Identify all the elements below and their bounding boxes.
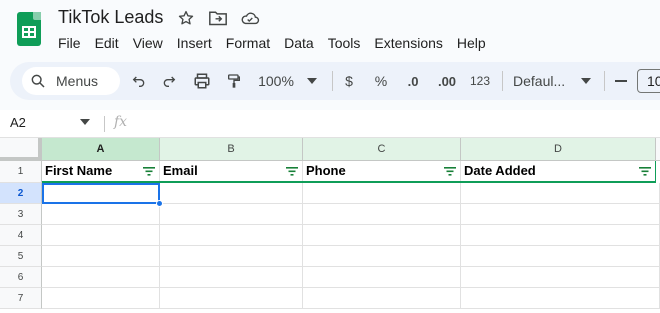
name-box[interactable]: A2: [10, 115, 26, 130]
decrease-font-size-icon[interactable]: [614, 71, 628, 91]
cell-d4[interactable]: [461, 225, 660, 246]
cell-c3[interactable]: [303, 204, 461, 225]
cell-b2[interactable]: [160, 183, 303, 204]
filter-icon[interactable]: [444, 167, 456, 176]
currency-format-button[interactable]: $: [342, 71, 356, 91]
header-cell-label: Date Added: [464, 163, 536, 178]
filter-icon[interactable]: [639, 167, 651, 176]
toolbar: Menus 100% $ % .0 .00 123 Defaul... 10: [10, 62, 660, 100]
menu-tools[interactable]: Tools: [321, 34, 368, 52]
row-header-4[interactable]: 4: [0, 225, 42, 246]
header-cell-label: First Name: [45, 163, 113, 178]
increase-decimal-button[interactable]: .00: [434, 71, 460, 91]
cell-c6[interactable]: [303, 267, 461, 288]
print-icon[interactable]: [191, 71, 213, 91]
menu-data[interactable]: Data: [277, 34, 321, 52]
name-box-dropdown-icon[interactable]: [80, 119, 90, 125]
filter-icon[interactable]: [143, 167, 155, 176]
header-cell-email[interactable]: Email: [160, 161, 303, 183]
cell-d7[interactable]: [461, 288, 660, 309]
cell-d3[interactable]: [461, 204, 660, 225]
cell-c4[interactable]: [303, 225, 461, 246]
cell-b5[interactable]: [160, 246, 303, 267]
menu-bar: File Edit View Insert Format Data Tools …: [58, 34, 493, 52]
cell-b3[interactable]: [160, 204, 303, 225]
filter-icon[interactable]: [286, 167, 298, 176]
fx-icon: fx: [114, 114, 128, 130]
column-header-d[interactable]: D: [461, 138, 656, 161]
cell-a4[interactable]: [42, 225, 160, 246]
document-title[interactable]: TikTok Leads: [58, 7, 163, 28]
header-cell-label: Email: [163, 163, 198, 178]
row-header-5[interactable]: 5: [0, 246, 42, 267]
search-icon: [31, 74, 45, 88]
cell-d5[interactable]: [461, 246, 660, 267]
cell-c5[interactable]: [303, 246, 461, 267]
header-cell-date-added[interactable]: Date Added: [461, 161, 656, 183]
font-family-select[interactable]: Defaul...: [513, 71, 575, 91]
cloud-saved-icon[interactable]: [240, 9, 260, 27]
row-header-6[interactable]: 6: [0, 267, 42, 288]
row-header-3[interactable]: 3: [0, 204, 42, 225]
star-icon[interactable]: [176, 9, 196, 27]
spreadsheet-grid: A B C D 1 2 3 4 5 6 7 First Name Email P…: [0, 138, 660, 313]
header-cell-phone[interactable]: Phone: [303, 161, 461, 183]
cell-b4[interactable]: [160, 225, 303, 246]
cell-c7[interactable]: [303, 288, 461, 309]
number-format-button[interactable]: 123: [467, 71, 493, 91]
select-all-corner[interactable]: [0, 138, 42, 161]
cell-a7[interactable]: [42, 288, 160, 309]
percent-format-button[interactable]: %: [373, 71, 389, 91]
formula-bar: A2 fx: [0, 110, 660, 138]
menus-search-button[interactable]: Menus: [22, 67, 120, 95]
menu-edit[interactable]: Edit: [88, 34, 126, 52]
menu-insert[interactable]: Insert: [170, 34, 219, 52]
redo-icon[interactable]: [158, 71, 180, 91]
filter-range-border: [655, 161, 656, 182]
menu-format[interactable]: Format: [219, 34, 277, 52]
move-to-folder-icon[interactable]: [208, 9, 228, 27]
column-header-b[interactable]: B: [160, 138, 303, 161]
paint-format-icon[interactable]: [223, 71, 245, 91]
zoom-value[interactable]: 100%: [256, 71, 296, 91]
toolbar-divider: [332, 71, 333, 91]
header-cell-label: Phone: [306, 163, 346, 178]
font-dropdown-icon[interactable]: [580, 71, 592, 91]
toolbar-divider: [604, 71, 605, 91]
font-size-input[interactable]: 10: [637, 69, 660, 93]
toolbar-divider: [502, 71, 503, 91]
fill-handle[interactable]: [156, 200, 163, 207]
column-header-c[interactable]: C: [303, 138, 461, 161]
cell-b7[interactable]: [160, 288, 303, 309]
column-header-e[interactable]: [656, 138, 660, 161]
cell-a3[interactable]: [42, 204, 160, 225]
zoom-dropdown-icon[interactable]: [306, 71, 318, 91]
cell-a5[interactable]: [42, 246, 160, 267]
undo-icon[interactable]: [128, 71, 150, 91]
menu-file[interactable]: File: [58, 34, 88, 52]
sheets-logo-icon[interactable]: [17, 12, 41, 46]
active-cell-selection[interactable]: [42, 183, 160, 204]
header-cell-first-name[interactable]: First Name: [42, 161, 160, 183]
row-header-1[interactable]: 1: [0, 161, 42, 183]
menus-search-label: Menus: [56, 73, 99, 89]
cell-a6[interactable]: [42, 267, 160, 288]
formula-divider: [104, 116, 105, 132]
cell-d2[interactable]: [461, 183, 660, 204]
cell-c2[interactable]: [303, 183, 461, 204]
decrease-decimal-button[interactable]: .0: [402, 71, 424, 91]
menu-help[interactable]: Help: [450, 34, 493, 52]
menu-extensions[interactable]: Extensions: [367, 34, 449, 52]
cell-d6[interactable]: [461, 267, 660, 288]
column-header-a[interactable]: A: [42, 138, 160, 161]
row-header-7[interactable]: 7: [0, 288, 42, 309]
row-header-2[interactable]: 2: [0, 183, 42, 204]
menu-view[interactable]: View: [126, 34, 170, 52]
sheets-window: TikTok Leads File Edit View Insert Forma…: [0, 0, 660, 313]
cell-b6[interactable]: [160, 267, 303, 288]
